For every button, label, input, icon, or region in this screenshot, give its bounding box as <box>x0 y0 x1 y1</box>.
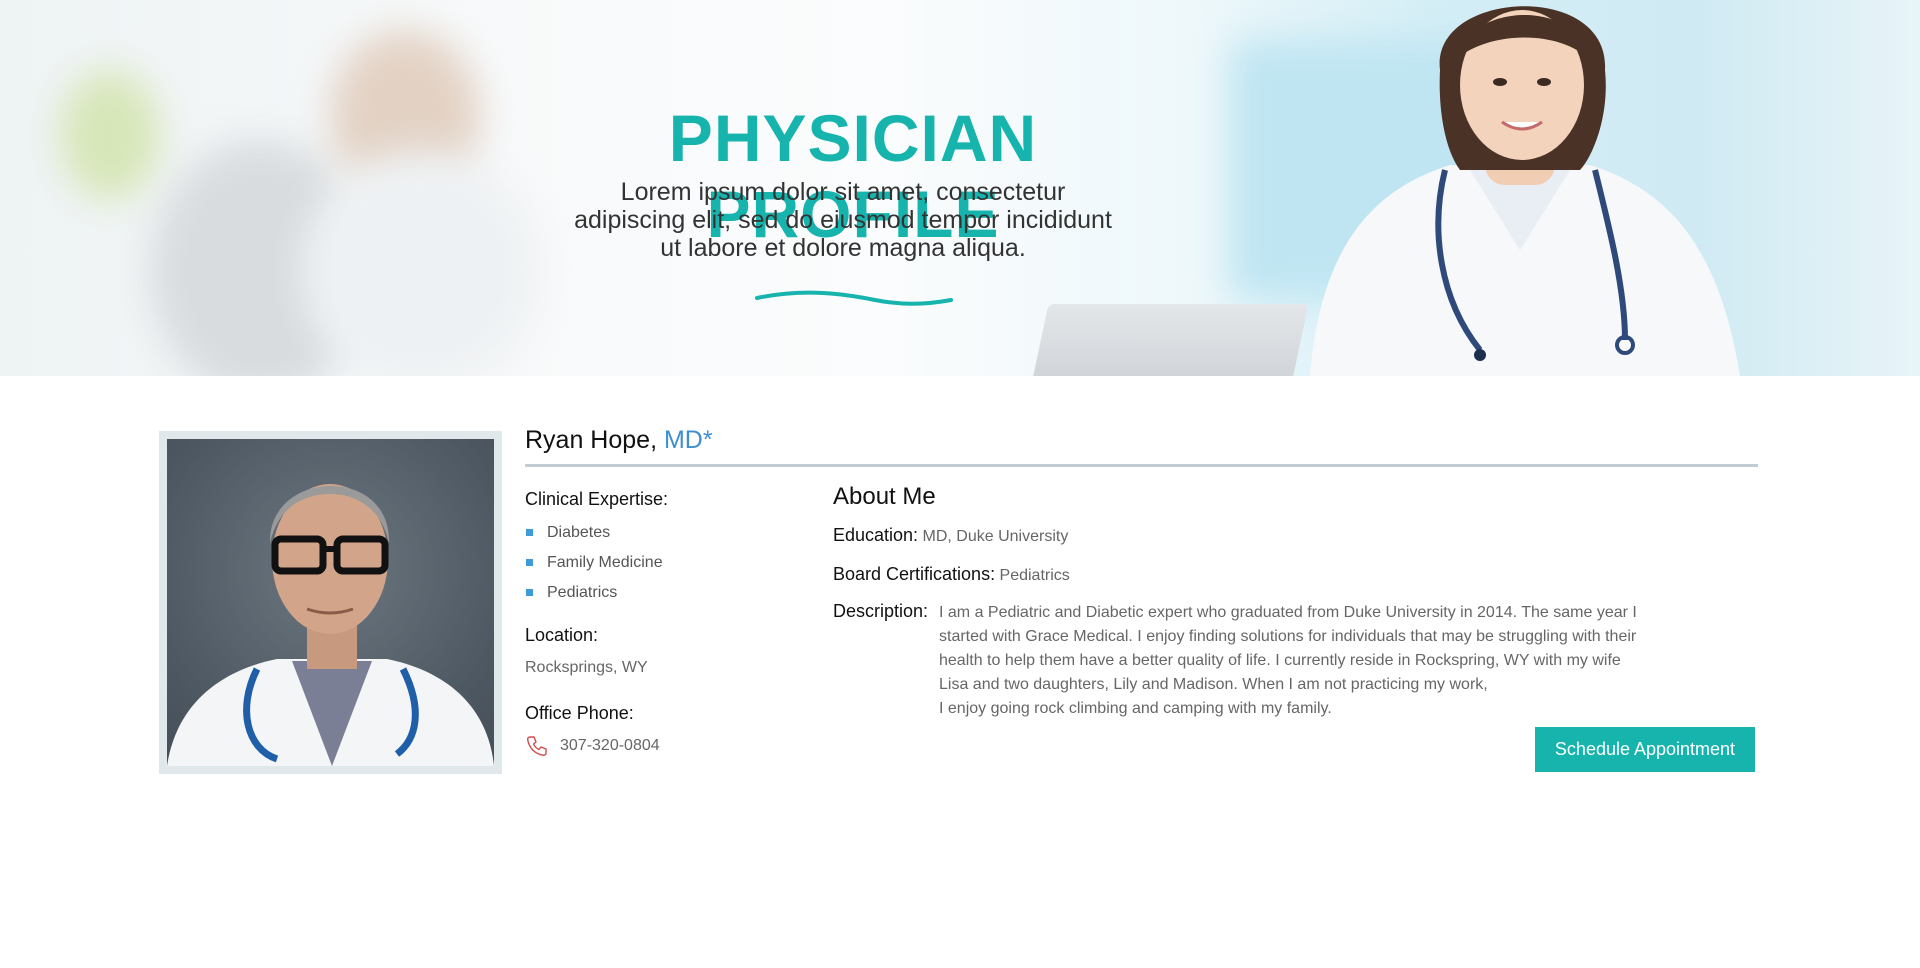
background-plant <box>60 70 160 200</box>
list-item: Diabetes <box>525 522 663 552</box>
clinical-expertise-label: Clinical Expertise: <box>525 489 669 509</box>
location-label: Location: <box>525 625 599 645</box>
list-item: Pediatrics <box>525 582 663 612</box>
physician-name-text: Ryan Hope, <box>525 426 658 454</box>
hero-subtitle-line: Lorem ipsum dolor sit amet, consectetur <box>620 178 1066 206</box>
description-text: I am a Pediatric and Diabetic expert who… <box>939 601 1659 721</box>
expertise-item: Diabetes <box>547 524 611 541</box>
education-row: Education: MD, Duke University <box>833 525 1068 546</box>
list-item: Family Medicine <box>525 552 663 582</box>
square-bullet-icon <box>526 529 533 536</box>
hero-subtitle-line: ut labore et dolore magna aliqua. <box>660 234 1026 262</box>
board-certifications-row: Board Certifications: Pediatrics <box>833 564 1070 585</box>
description-label: Description: <box>833 601 929 621</box>
profile-photo <box>167 439 494 766</box>
about-me-title: About Me <box>833 483 936 510</box>
doctor-photo <box>1310 6 1740 376</box>
expertise-item: Pediatrics <box>547 584 618 601</box>
phone-icon <box>526 736 547 757</box>
hero-subtitle-line: adipiscing elit, sed do eiusmod tempor i… <box>574 206 1112 234</box>
description-line: health to help them have a better qualit… <box>939 652 1621 669</box>
board-certifications-value: Pediatrics <box>999 567 1070 584</box>
square-bullet-icon <box>526 559 533 566</box>
description-line: Lisa and two daughters, Lily and Madison… <box>939 676 1488 693</box>
office-phone-value[interactable]: 307-320-0804 <box>560 737 660 755</box>
background-figure-body <box>300 150 540 376</box>
physician-name: Ryan Hope, MD* <box>525 426 713 455</box>
profile-photo-frame <box>159 431 502 774</box>
office-phone-label: Office Phone: <box>525 703 634 723</box>
location-value: Rocksprings, WY <box>525 659 648 676</box>
decorative-wave <box>755 290 953 306</box>
laptop-illustration <box>1031 304 1309 376</box>
description-line: I enjoy going rock climbing and camping … <box>939 700 1332 717</box>
schedule-appointment-button[interactable]: Schedule Appointment <box>1535 727 1755 772</box>
square-bullet-icon <box>526 589 533 596</box>
education-label: Education: <box>833 525 919 545</box>
hero-subtitle: Lorem ipsum dolor sit amet, consectetur … <box>560 178 1126 262</box>
physician-credential: MD* <box>663 426 713 454</box>
name-divider <box>525 464 1758 467</box>
description-line: I am a Pediatric and Diabetic expert who… <box>939 604 1637 621</box>
hero-banner: PHYSICIAN PROFILE Lorem ipsum dolor sit … <box>0 0 1920 376</box>
description-line: started with Grace Medical. I enjoy find… <box>939 628 1637 645</box>
physician-portrait <box>167 484 494 766</box>
board-certifications-label: Board Certifications: <box>833 564 996 584</box>
education-value: MD, Duke University <box>922 528 1069 545</box>
expertise-item: Family Medicine <box>547 554 663 571</box>
expertise-list: Diabetes Family Medicine Pediatrics <box>525 522 663 612</box>
